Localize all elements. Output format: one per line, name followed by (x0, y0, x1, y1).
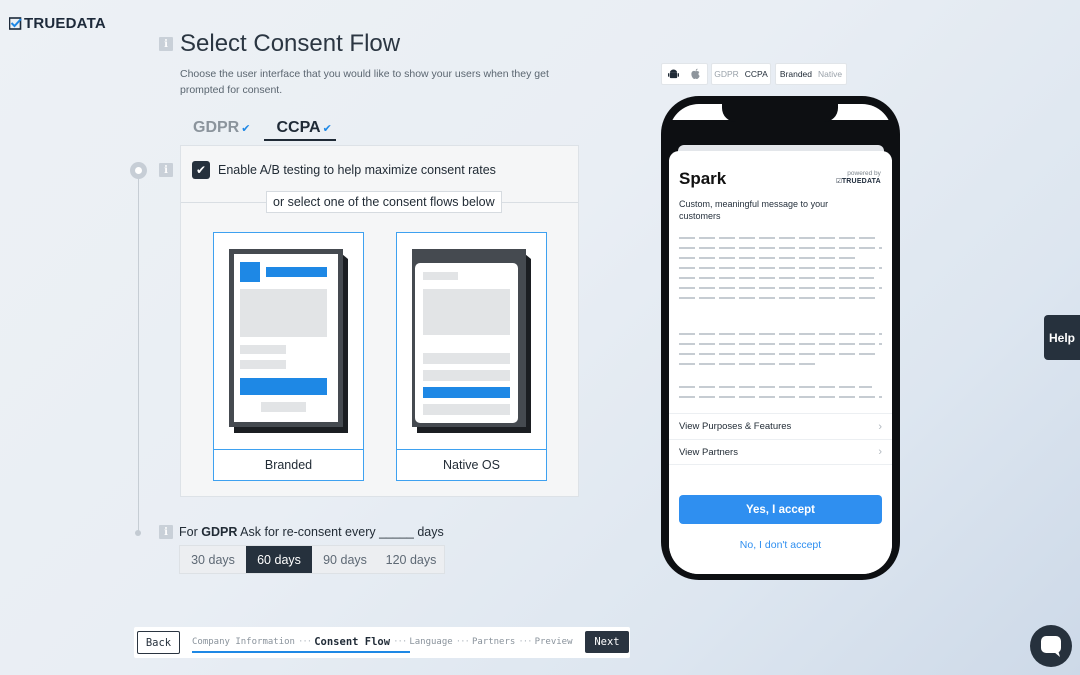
info-icon[interactable]: i (159, 525, 173, 539)
timeline-node (135, 530, 141, 536)
wizard-steps: Company Information ··· Consent Flow ···… (192, 636, 573, 648)
phone-notch (722, 102, 838, 122)
chevron-right-icon: › (878, 446, 882, 458)
reconsent-text: Ask for re-consent every _____ days (240, 525, 444, 539)
tab-gdpr[interactable]: GDPR ✔ (193, 119, 254, 141)
signal-icon (843, 112, 854, 117)
android-icon[interactable] (662, 64, 685, 84)
ab-testing-checkbox[interactable]: ✔ (192, 161, 210, 179)
truedata-logo: TRUEDATA (9, 15, 106, 32)
apple-icon[interactable] (685, 64, 708, 84)
native-layout-illustration (412, 249, 531, 433)
flow-label-branded: Branded (214, 449, 363, 480)
view-purposes-link[interactable]: View Purposes & Features › (669, 413, 892, 439)
chevron-right-icon: › (878, 420, 882, 433)
tab-ccpa-label: CCPA (276, 119, 321, 136)
flow-label-native-os: Native OS (397, 449, 546, 480)
reconsent-setting: i For GDPR Ask for re-consent every ____… (159, 525, 444, 539)
step-preview[interactable]: Preview (535, 637, 573, 647)
reconsent-regulation: GDPR (201, 525, 238, 539)
wizard-progress-bar (192, 651, 410, 653)
app-name: Spark (679, 169, 727, 188)
view-purposes-label: View Purposes & Features (679, 421, 792, 432)
or-select-label: or select one of the consent flows below (266, 191, 502, 213)
step-company-information[interactable]: Company Information (192, 637, 295, 647)
preview-os-selector (661, 63, 708, 85)
flow-option-branded[interactable]: Branded (213, 232, 364, 481)
step-separator: ··· (518, 637, 532, 647)
page-title: Select Consent Flow (180, 30, 401, 57)
preview-ccpa-option[interactable]: CCPA (742, 69, 771, 79)
reconsent-days-selector: 30 days 60 days 90 days 120 days (179, 545, 445, 574)
days-option-30[interactable]: 30 days (180, 546, 246, 573)
step-language[interactable]: Language (409, 637, 452, 647)
tab-gdpr-label: GDPR (193, 119, 240, 136)
ab-testing-label: Enable A/B testing to help maximize cons… (218, 163, 496, 177)
decline-link[interactable]: No, I don't accept (679, 539, 882, 551)
powered-by-badge: powered by ☑TRUEDATA (836, 170, 881, 186)
ab-testing-option[interactable]: ✔ Enable A/B testing to help maximize co… (192, 161, 496, 179)
checkmark-icon: ✔ (322, 123, 332, 135)
preview-style-selector: Branded Native (775, 63, 847, 85)
reconsent-prefix: For (179, 525, 198, 539)
accept-button[interactable]: Yes, I accept (679, 495, 882, 524)
help-button[interactable]: Help (1044, 315, 1080, 360)
checkmark-icon: ✔ (241, 123, 251, 135)
status-icons: ◠ (843, 110, 879, 117)
consent-message: Custom, meaningful message to your custo… (679, 199, 829, 221)
info-icon[interactable]: i (159, 37, 173, 51)
next-button[interactable]: Next (585, 631, 629, 653)
regulation-tabs: GDPR ✔ CCPA ✔ (193, 119, 336, 141)
step-partners[interactable]: Partners (472, 637, 515, 647)
preview-native-option[interactable]: Native (815, 69, 845, 79)
reconsent-label: For GDPR Ask for re-consent every _____ … (179, 525, 444, 539)
brand-name: TRUEDATA (24, 15, 106, 32)
days-option-120[interactable]: 120 days (378, 546, 444, 573)
days-option-60[interactable]: 60 days (246, 546, 312, 573)
step-separator: ··· (455, 637, 470, 647)
preview-branded-option[interactable]: Branded (777, 69, 815, 79)
checkbox-logo-icon (9, 17, 22, 30)
step-separator: ··· (297, 637, 312, 647)
preview-regulation-selector: GDPR CCPA (711, 63, 771, 85)
branded-layout-illustration (229, 249, 348, 433)
step-consent-flow[interactable]: Consent Flow (314, 636, 390, 648)
page-header: i Select Consent Flow (159, 30, 400, 58)
chat-button[interactable] (1030, 625, 1072, 667)
days-option-90[interactable]: 90 days (312, 546, 378, 573)
timeline-line (138, 175, 139, 535)
chat-bubble-icon (1041, 636, 1061, 657)
powered-by-label: powered by (847, 170, 881, 177)
powered-brand: TRUEDATA (841, 178, 881, 185)
placeholder-text-block (679, 333, 882, 373)
flow-option-native-os[interactable]: Native OS (396, 232, 547, 481)
placeholder-text-block (679, 386, 882, 406)
preview-gdpr-option[interactable]: GDPR (711, 69, 742, 79)
wifi-icon: ◠ (857, 110, 864, 117)
step-separator: ··· (393, 637, 407, 647)
tab-ccpa[interactable]: CCPA ✔ (264, 119, 336, 141)
battery-icon (866, 111, 879, 117)
status-time: 9:41 (689, 110, 707, 120)
page-subtitle: Choose the user interface that you would… (180, 68, 549, 96)
back-button[interactable]: Back (137, 631, 180, 654)
view-partners-link[interactable]: View Partners › (669, 439, 892, 465)
timeline-node-active (130, 162, 147, 179)
info-icon[interactable]: i (159, 163, 173, 177)
view-partners-label: View Partners (679, 446, 738, 458)
placeholder-text-block (679, 237, 882, 307)
